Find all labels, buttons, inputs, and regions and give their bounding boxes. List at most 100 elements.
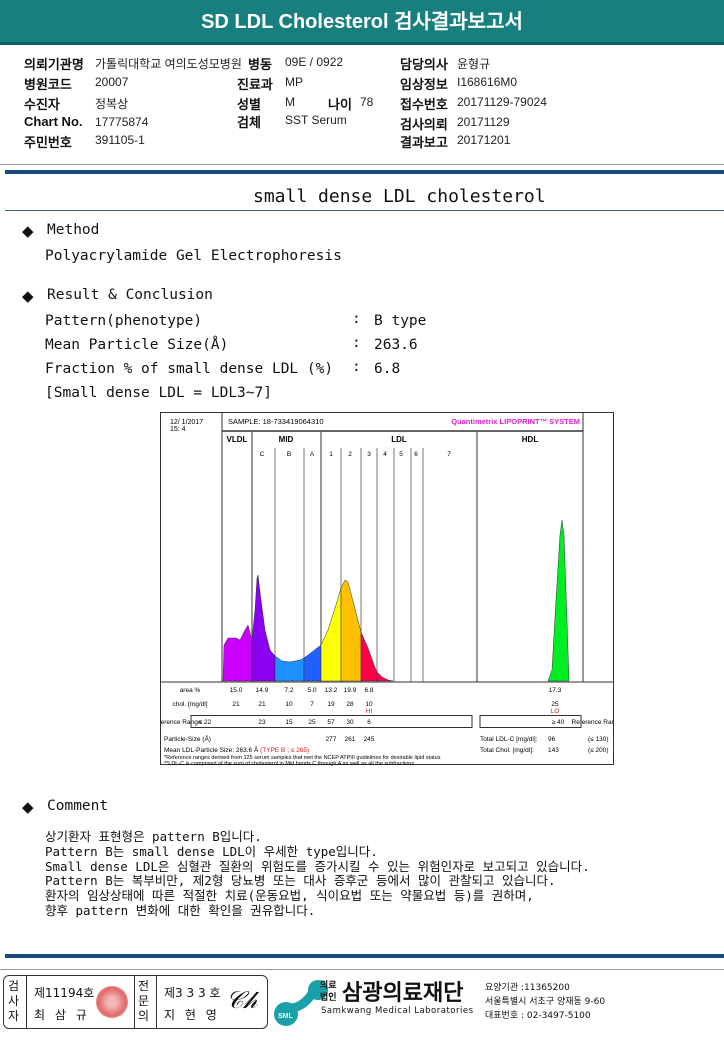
separator: :: [352, 335, 361, 351]
area-value: 19.9: [344, 687, 357, 694]
specialist-no: 제3 3 3 호: [164, 986, 221, 1000]
dept: MP: [285, 75, 303, 89]
total-chol: 143: [548, 747, 559, 754]
section-title: small dense LDL cholesterol: [253, 186, 546, 207]
chart-no-label: Chart No.: [24, 114, 83, 129]
band-label: B: [287, 451, 291, 458]
org-address: 서울특별시 서초구 양재동 9-60: [485, 997, 606, 1007]
separator: :: [352, 359, 361, 375]
hospital-code: 20007: [95, 75, 129, 89]
id-label: 주민번호: [24, 135, 72, 150]
chol-value: 10: [365, 701, 373, 708]
chol-value: 10: [285, 701, 293, 708]
receipt-label: 접수번호: [400, 97, 448, 112]
reference-value: 6: [367, 719, 371, 726]
reference-value: 25: [308, 719, 316, 726]
area-value: 13.2: [325, 687, 338, 694]
org-code: 요양기관 :11365200: [485, 983, 570, 993]
comment-line: 환자의 임상상태에 따른 적절한 치료(운동요법, 식이요법 또는 약물요법 등…: [45, 888, 534, 904]
patient-label: 수진자: [24, 97, 60, 112]
org-english: Samkwang Medical Laboratories: [321, 1006, 474, 1016]
reference-label: Reference Range: [160, 719, 202, 726]
chol-value: 19: [327, 701, 335, 708]
chol-value: 21: [258, 701, 266, 708]
chart-time: 15: 4: [170, 426, 186, 433]
report-date: 20171201: [457, 133, 511, 147]
age: 78: [360, 95, 374, 109]
chol-flag: HI: [366, 708, 373, 715]
group-label: VLDL: [227, 435, 248, 444]
fraction-value: 6.8: [374, 361, 401, 377]
comment-line: Small dense LDL은 심혈관 질환의 위험도를 증가시킬 수 있는 …: [45, 858, 590, 874]
clinical: I168616M0: [457, 75, 518, 89]
total-chol-label: Total Chol. [mg/dl]:: [480, 747, 534, 754]
report-title: SD LDL Cholesterol 검사결과보고서: [201, 11, 523, 33]
examiner-name: 최 삼 규: [34, 1008, 90, 1022]
lipoprint-chart: 12/ 1/2017 15: 4 SAMPLE: 18-733419064310…: [160, 412, 614, 767]
report-date-label: 결과보고: [400, 135, 448, 150]
area-label: area %: [180, 687, 201, 694]
org-phone: 대표번호 : 02-3497-5100: [485, 1011, 591, 1021]
examiner-label: 검사자: [8, 979, 20, 1023]
area-value: 5.0: [307, 687, 316, 694]
group-label: LDL: [391, 435, 407, 444]
particle-size-value: 261: [345, 736, 356, 743]
specialist-name: 지 현 영: [164, 1008, 220, 1022]
ward: 09E / 0922: [285, 55, 344, 69]
specialist-label: 전문의: [138, 979, 150, 1023]
org-name: 삼광의료재단: [342, 981, 464, 1006]
comment-line: Pattern B는 복부비만, 제2형 당뇨병 또는 대사 증후군 등에서 많…: [45, 873, 556, 889]
band-label: 5: [399, 451, 403, 458]
comment-line: 상기환자 표현형은 pattern B입니다.: [45, 829, 262, 844]
comment-line: Pattern B는 small dense LDL이 우세한 type입니다.: [45, 843, 378, 859]
total-ldl-ref: (≤ 130): [588, 736, 609, 743]
diamond-bullet-icon: ◆: [22, 287, 34, 305]
band-label: C: [260, 451, 265, 458]
method-text: Polyacrylamide Gel Electrophoresis: [45, 248, 342, 264]
reference-value: 23: [258, 719, 266, 726]
band-label: 1: [329, 451, 333, 458]
specimen: SST Serum: [285, 113, 347, 127]
reference-value: ≤ 22: [199, 719, 212, 726]
particle-size-value: 245: [364, 736, 375, 743]
pattern-value: B type: [374, 313, 427, 329]
reference-label-hdl: Reference Range: [572, 719, 614, 726]
diamond-bullet-icon: ◆: [22, 222, 34, 240]
particle-size-value: 263.6: [374, 337, 418, 353]
institution: 가톨릭대학교 여의도성모병원: [95, 57, 242, 71]
doctor-label: 담당의사: [400, 57, 448, 72]
reference-value: 15: [285, 719, 293, 726]
area-value: 6.8: [364, 687, 373, 694]
band-label: 7: [447, 451, 451, 458]
chol-hdl: 25: [551, 701, 559, 708]
group-label: HDL: [522, 435, 539, 444]
band-label: 6: [414, 451, 418, 458]
chart-date: 12/ 1/2017: [170, 419, 203, 426]
footnote: **LDL-C is comprised of the sum of chole…: [164, 761, 414, 767]
request: 20171129: [457, 115, 510, 129]
clinical-label: 임상정보: [400, 77, 448, 92]
diamond-bullet-icon: ◆: [22, 798, 34, 816]
sample-id: SAMPLE: 18-733419064310: [228, 417, 324, 426]
system-name: Quantimetrix LIPOPRINT™ SYSTEM: [451, 417, 580, 426]
result-heading: Result & Conclusion: [47, 287, 213, 303]
particle-size-label: Particle-Size (Å): [164, 734, 211, 743]
chol-value: 28: [346, 701, 354, 708]
area-value: 15.0: [230, 687, 243, 694]
comment-line: 향후 pattern 변화에 대한 확인을 권유합니다.: [45, 902, 316, 918]
chol-label: chol. [mg/dl]: [172, 701, 207, 708]
reference-value: 57: [327, 719, 335, 726]
specimen-label: 검체: [237, 115, 261, 130]
fraction-label: Fraction % of small dense LDL (%): [45, 361, 334, 377]
hospital-code-label: 병원코드: [24, 77, 72, 92]
band-label: A: [310, 451, 315, 458]
signature-box: 검사자 제11194호 최 삼 규 전문의 제3 3 3 호 지 현 영 𝒞𝒽: [3, 975, 268, 1029]
pattern-label: Pattern(phenotype): [45, 313, 203, 329]
request-label: 검사의뢰: [400, 117, 448, 132]
total-ldl-label: Total LDL-C [mg/dl]:: [480, 736, 538, 743]
particle-size-value: 277: [326, 736, 337, 743]
seal-stamp: [96, 986, 128, 1018]
signature: 𝒞𝒽: [226, 986, 258, 1014]
dept-label: 진료과: [237, 77, 273, 92]
sex: M: [285, 95, 295, 109]
